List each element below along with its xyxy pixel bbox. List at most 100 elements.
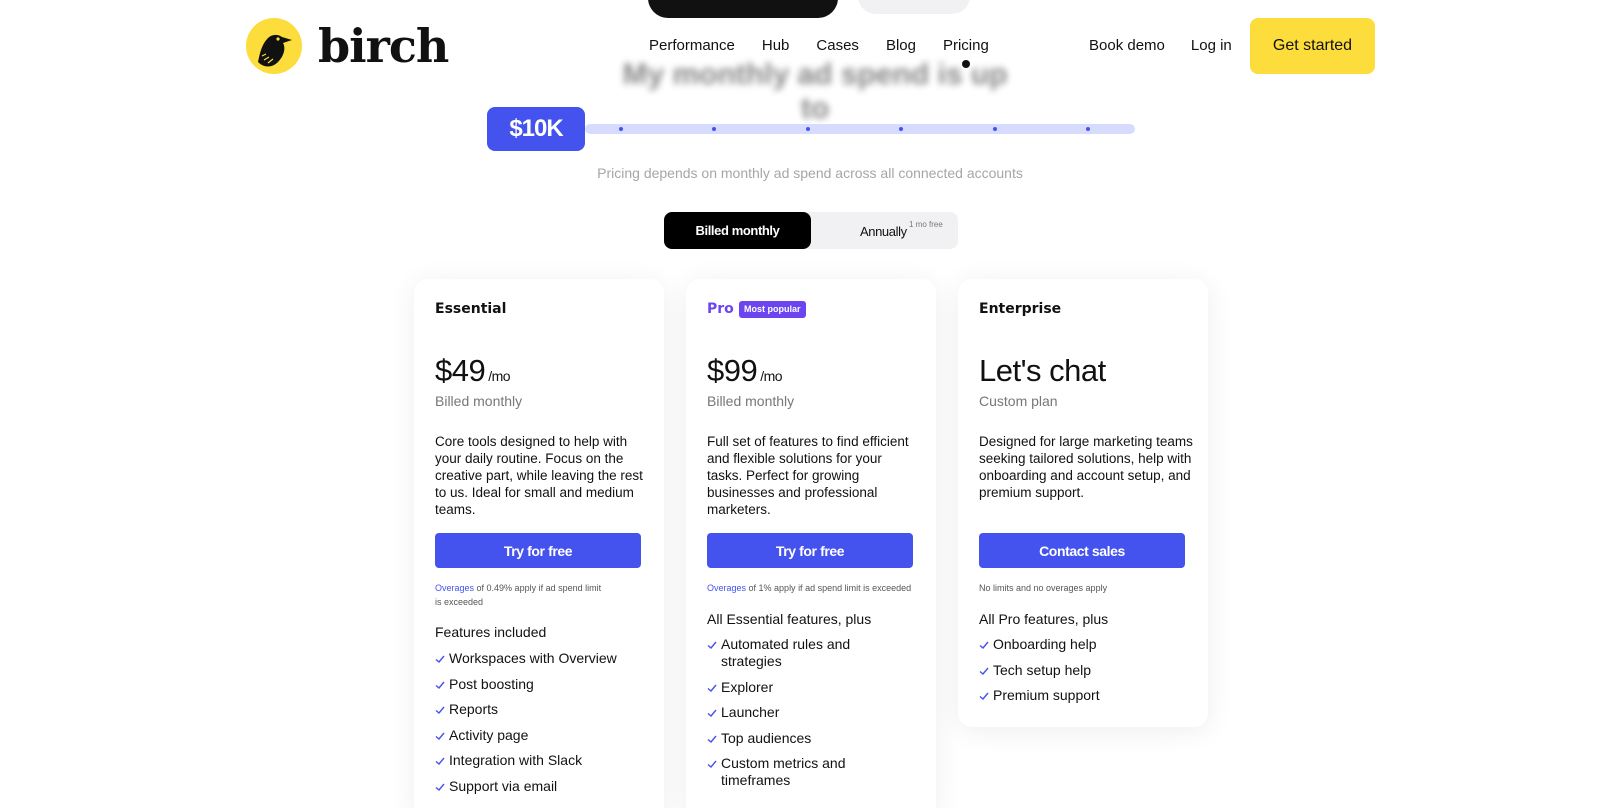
price-period: /mo: [760, 368, 783, 384]
spend-slider-track[interactable]: [585, 124, 1135, 134]
feature-label: Integration with Slack: [449, 752, 583, 768]
check-icon: [979, 641, 989, 649]
check-icon: [707, 641, 717, 649]
feature-label: Top audiences: [721, 729, 812, 746]
slider-tick: [619, 127, 623, 131]
plan-description: Full set of features to find efficient a…: [707, 434, 909, 517]
check-icon: [707, 684, 717, 692]
check-icon: [435, 655, 445, 663]
plan-card-essential: Essential $49/mo Billed monthly Core too…: [414, 279, 664, 808]
check-icon: [707, 709, 717, 717]
slider-tick: [899, 127, 903, 131]
feature-label: Post boosting: [449, 675, 534, 692]
list-item: Explorer: [707, 679, 877, 696]
plan-name: Essential: [435, 301, 507, 317]
feature-list: Onboarding help Tech setup help Premium …: [979, 636, 1100, 713]
feature-label: Onboarding help: [993, 636, 1097, 652]
feature-label: Launcher: [721, 704, 780, 720]
logo[interactable]: birch: [246, 18, 449, 74]
feature-list: Automated rules and strategies Explorer …: [707, 636, 877, 798]
main-nav: Performance Hub Cases Blog Pricing: [649, 37, 1016, 68]
list-item: Support via email: [435, 778, 617, 795]
feature-label: Reports: [449, 701, 499, 717]
header-links: Book demo Log in: [1089, 37, 1258, 54]
check-icon: [979, 692, 989, 700]
feature-label: Premium support: [993, 687, 1100, 703]
feature-list: Workspaces with Overview Post boosting R…: [435, 650, 617, 803]
nav-pricing[interactable]: Pricing: [943, 37, 989, 68]
list-item: Post boosting: [435, 676, 617, 693]
list-item: Workspaces with Overview: [435, 650, 617, 667]
overage-note: Overages of 1% apply if ad spend limit i…: [707, 581, 917, 595]
try-for-free-button[interactable]: Try for free: [707, 533, 913, 568]
features-heading: All Essential features, plus: [707, 611, 872, 627]
check-icon: [979, 667, 989, 675]
check-icon: [707, 735, 717, 743]
spend-heading: My monthly ad spend is up to: [622, 58, 1008, 125]
slider-tick: [806, 127, 810, 131]
billing-label: Billed monthly: [435, 393, 523, 409]
slider-tick: [993, 127, 997, 131]
feature-label: Workspaces with Overview: [449, 650, 617, 666]
check-icon: [435, 757, 445, 765]
overage-note: Overages of 0.49% apply if ad spend limi…: [435, 581, 605, 609]
plan-name: Enterprise: [979, 301, 1062, 317]
price-amount: $49: [435, 353, 486, 388]
list-item: Launcher: [707, 704, 877, 721]
slider-tick: [1086, 127, 1090, 131]
plan-price: $49/mo: [435, 353, 511, 389]
list-item: Top audiences: [707, 730, 877, 747]
feature-label: Custom metrics and timeframes: [721, 755, 846, 788]
plan-price: Let's chat: [979, 353, 1106, 388]
list-item: Reports: [435, 701, 617, 718]
list-item: Onboarding help: [979, 636, 1100, 653]
list-item: Premium support: [979, 687, 1100, 704]
plan-price: $99/mo: [707, 353, 783, 389]
list-item: Integration with Slack: [435, 752, 617, 769]
check-icon: [435, 681, 445, 689]
overages-link[interactable]: Overages: [435, 583, 474, 593]
price-amount: $99: [707, 353, 758, 388]
feature-label: Explorer: [721, 678, 774, 695]
log-in-link[interactable]: Log in: [1191, 37, 1232, 54]
try-for-free-button[interactable]: Try for free: [435, 533, 641, 568]
features-heading: All Pro features, plus: [979, 611, 1109, 627]
feature-label: Tech setup help: [993, 661, 1092, 678]
billed-monthly-option[interactable]: Billed monthly: [664, 212, 811, 249]
overages-link[interactable]: Overages: [707, 583, 746, 593]
plan-description: Core tools designed to help with your da…: [435, 434, 643, 517]
pricing-note: Pricing depends on monthly ad spend acro…: [597, 165, 1023, 181]
nav-hub[interactable]: Hub: [762, 37, 790, 54]
contact-sales-button[interactable]: Contact sales: [979, 533, 1185, 568]
bird-logo-icon: [246, 18, 302, 74]
billing-label: Custom plan: [979, 393, 1058, 409]
list-item: Activity page: [435, 727, 617, 744]
overage-text: of 1% apply if ad spend limit is exceede…: [746, 583, 912, 593]
check-icon: [435, 706, 445, 714]
nav-cases[interactable]: Cases: [816, 37, 859, 54]
get-started-button[interactable]: Get started: [1250, 18, 1375, 74]
feature-label: Activity page: [449, 726, 529, 743]
most-popular-badge: Most popular: [739, 301, 806, 318]
book-demo-link[interactable]: Book demo: [1089, 37, 1165, 54]
check-icon: [435, 732, 445, 740]
list-item: Automated rules and strategies: [707, 636, 877, 670]
overage-note: No limits and no overages apply: [979, 583, 1108, 593]
feature-label: Automated rules and strategies: [721, 636, 851, 669]
logo-wordmark: birch: [318, 19, 449, 73]
plan-name: Pro: [707, 301, 734, 317]
price-period: /mo: [488, 368, 511, 384]
plan-card-pro: Pro Most popular $99/mo Billed monthly F…: [686, 279, 936, 808]
slider-tick: [712, 127, 716, 131]
spend-slider-handle[interactable]: $10K: [487, 107, 585, 151]
annual-discount-note: 1 mo free: [909, 220, 943, 229]
billing-label: Billed monthly: [707, 393, 795, 409]
plan-card-enterprise: Enterprise Let's chat Custom plan Design…: [958, 279, 1208, 727]
annually-option[interactable]: Annually: [860, 224, 907, 239]
features-heading: Features included: [435, 624, 547, 640]
nav-blog[interactable]: Blog: [886, 37, 916, 54]
check-icon: [435, 783, 445, 791]
billing-toggle: Billed monthly Annually 1 mo free: [664, 212, 958, 249]
list-item: Tech setup help: [979, 662, 1100, 679]
nav-performance[interactable]: Performance: [649, 37, 735, 54]
